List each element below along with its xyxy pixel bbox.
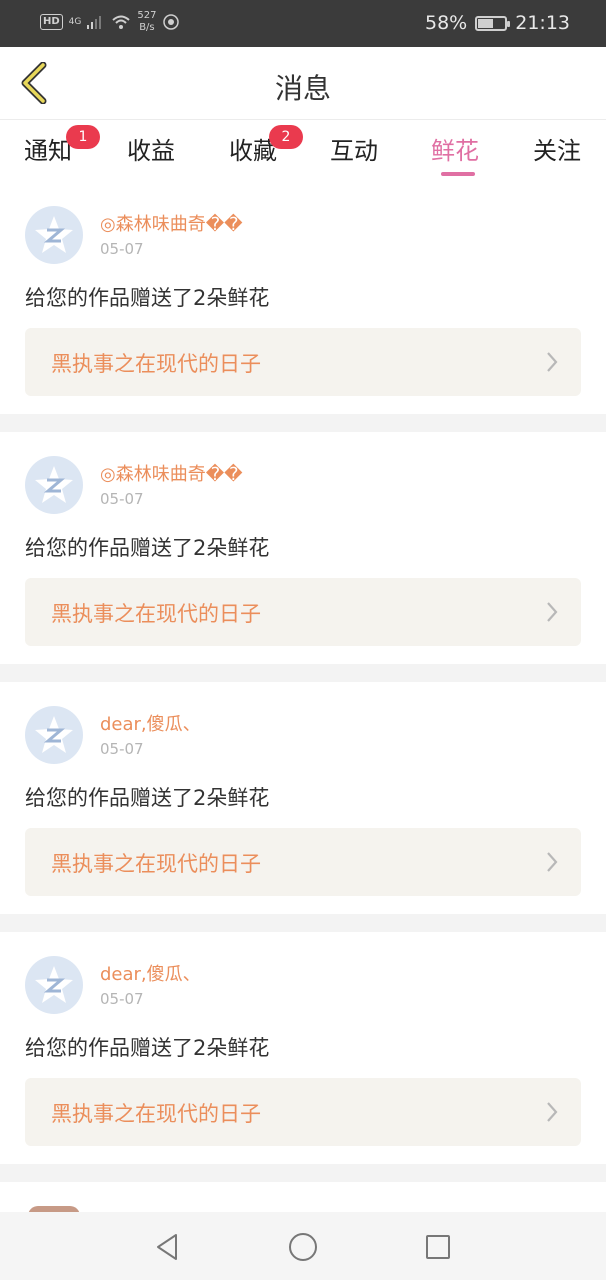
tab-favorites[interactable]: 收藏 2 xyxy=(213,125,303,166)
network-speed-value: 527 xyxy=(137,10,157,21)
message-card: dear,傻瓜、 05-07 给您的作品赠送了2朵鲜花 黑执事之在现代的日子 xyxy=(0,682,606,914)
network-type: 4G xyxy=(68,17,82,27)
tab-bar: 通知 1 收益 收藏 2 互动 鲜花 关注 xyxy=(0,121,606,181)
battery-icon xyxy=(475,15,511,31)
chevron-right-icon xyxy=(547,852,558,872)
work-link[interactable]: 黑执事之在现代的日子 xyxy=(25,578,581,646)
default-avatar-icon[interactable] xyxy=(25,456,83,514)
message-card: ◎森林味曲奇�� 05-07 给您的作品赠送了2朵鲜花 黑执事之在现代的日子 xyxy=(0,432,606,664)
status-bar: HD 4G 527 B/s 58% 21:13 xyxy=(0,0,606,47)
unread-badge: 2 xyxy=(269,125,303,149)
tab-flowers[interactable]: 鲜花 xyxy=(415,131,495,176)
signal-icon xyxy=(87,16,102,29)
card-divider xyxy=(0,414,606,432)
clock: 21:13 xyxy=(515,12,570,34)
chevron-right-icon xyxy=(547,1102,558,1122)
work-title: 黑执事之在现代的日子 xyxy=(51,1102,261,1126)
tab-label: 互动 xyxy=(330,137,378,165)
wifi-icon xyxy=(112,15,131,29)
sender-name[interactable]: ◎森林味曲奇�� xyxy=(100,460,243,486)
card-divider xyxy=(0,1164,606,1182)
message-text: 给您的作品赠送了2朵鲜花 xyxy=(25,536,270,560)
network-speed-unit: B/s xyxy=(139,22,155,33)
tab-label: 关注 xyxy=(533,137,581,165)
page-title: 消息 xyxy=(274,72,331,105)
work-link[interactable]: 黑执事之在现代的日子 xyxy=(25,1078,581,1146)
message-text: 给您的作品赠送了2朵鲜花 xyxy=(25,786,270,810)
default-avatar-icon[interactable] xyxy=(25,706,83,764)
tab-follow[interactable]: 关注 xyxy=(517,131,597,166)
work-title: 黑执事之在现代的日子 xyxy=(51,602,261,626)
nav-recent-button[interactable] xyxy=(421,1230,455,1264)
network-speed: 527 B/s xyxy=(137,10,156,34)
hd-indicator: HD xyxy=(40,14,63,30)
nav-recent-icon xyxy=(426,1235,450,1259)
nav-home-icon xyxy=(289,1233,317,1261)
nav-back-icon xyxy=(157,1234,177,1260)
default-avatar-icon[interactable] xyxy=(25,956,83,1014)
nav-home-button[interactable] xyxy=(286,1230,320,1264)
chevron-right-icon xyxy=(547,602,558,622)
chevron-right-icon xyxy=(547,352,558,372)
message-text: 给您的作品赠送了2朵鲜花 xyxy=(25,1036,270,1060)
message-date: 05-07 xyxy=(100,240,144,258)
sender-name[interactable]: dear,傻瓜、 xyxy=(100,710,201,736)
message-card: dear,傻瓜、 05-07 给您的作品赠送了2朵鲜花 黑执事之在现代的日子 xyxy=(0,932,606,1164)
tab-earnings[interactable]: 收益 xyxy=(111,131,191,166)
card-divider xyxy=(0,664,606,682)
tab-label: 通知 xyxy=(24,137,72,165)
unread-badge: 1 xyxy=(66,125,100,149)
message-card: ◎森林味曲奇�� 05-07 给您的作品赠送了2朵鲜花 黑执事之在现代的日子 xyxy=(0,182,606,414)
active-tab-indicator xyxy=(441,172,475,176)
tab-label: 鲜花 xyxy=(431,137,479,165)
message-date: 05-07 xyxy=(100,740,144,758)
title-bar: 消息 xyxy=(0,47,606,120)
default-avatar-icon[interactable] xyxy=(25,206,83,264)
message-date: 05-07 xyxy=(100,490,144,508)
sender-name[interactable]: ◎森林味曲奇�� xyxy=(100,210,243,236)
tab-label: 收益 xyxy=(127,137,175,165)
tab-notifications[interactable]: 通知 1 xyxy=(8,125,100,166)
system-nav-bar xyxy=(0,1212,606,1280)
nav-back-button[interactable] xyxy=(150,1230,184,1264)
sender-name[interactable]: dear,傻瓜、 xyxy=(100,960,201,986)
message-text: 给您的作品赠送了2朵鲜花 xyxy=(25,286,270,310)
work-title: 黑执事之在现代的日子 xyxy=(51,852,261,876)
eye-comfort-icon xyxy=(163,14,180,30)
work-title: 黑执事之在现代的日子 xyxy=(51,352,261,376)
work-link[interactable]: 黑执事之在现代的日子 xyxy=(25,828,581,896)
card-divider xyxy=(0,914,606,932)
work-link[interactable]: 黑执事之在现代的日子 xyxy=(25,328,581,396)
message-date: 05-07 xyxy=(100,990,144,1008)
tab-interactions[interactable]: 互动 xyxy=(314,131,394,166)
battery-percent: 58% xyxy=(425,12,468,34)
